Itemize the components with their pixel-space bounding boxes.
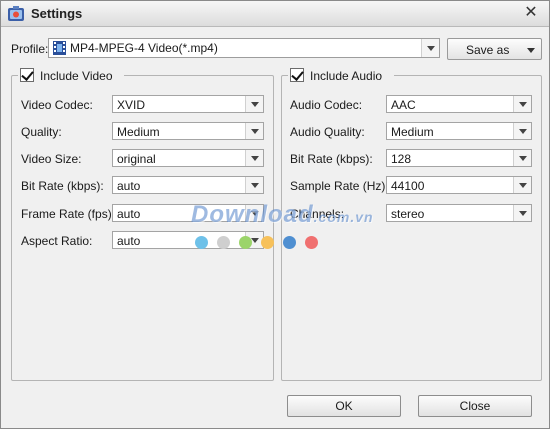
chevron-down-icon[interactable] xyxy=(245,123,263,139)
quality-select[interactable]: Medium xyxy=(112,122,264,140)
window-title: Settings xyxy=(31,6,83,21)
aspect-ratio-value: auto xyxy=(117,234,141,248)
audio-group: Include Audio Audio Codec: AAC Audio Qua… xyxy=(281,66,542,381)
audio-quality-label: Audio Quality: xyxy=(290,125,365,139)
settings-dialog: Settings ✕ Profile: MP4-MPEG-4 Video(*.m… xyxy=(0,0,550,429)
sample-rate-select[interactable]: 44100 xyxy=(386,176,532,194)
video-codec-select[interactable]: XVID xyxy=(112,95,264,113)
include-video-header: Include Video xyxy=(18,66,124,86)
chevron-down-icon[interactable] xyxy=(245,150,263,166)
audio-bitrate-select[interactable]: 128 xyxy=(386,149,532,167)
sample-rate-label: Sample Rate (Hz): xyxy=(290,179,389,193)
video-size-value: original xyxy=(117,152,156,166)
frame-rate-select[interactable]: auto xyxy=(112,204,264,222)
audio-codec-select[interactable]: AAC xyxy=(386,95,532,113)
chevron-down-icon[interactable] xyxy=(245,96,263,112)
profile-label: Profile: xyxy=(11,42,49,56)
quality-value: Medium xyxy=(117,125,160,139)
video-bitrate-value: auto xyxy=(117,179,141,193)
chevron-down-icon[interactable] xyxy=(421,39,439,57)
sample-rate-value: 44100 xyxy=(391,179,425,193)
chevron-down-icon[interactable] xyxy=(513,177,531,193)
ok-button[interactable]: OK xyxy=(287,395,401,417)
audio-bitrate-value: 128 xyxy=(391,152,412,166)
audio-bitrate-label: Bit Rate (kbps): xyxy=(290,152,373,166)
chevron-down-icon[interactable] xyxy=(245,177,263,193)
chevron-down-icon[interactable] xyxy=(527,48,535,53)
profile-value: MP4-MPEG-4 Video(*.mp4) xyxy=(70,41,218,55)
chevron-down-icon[interactable] xyxy=(245,232,263,248)
video-codec-value: XVID xyxy=(117,98,146,112)
channels-label: Channels: xyxy=(290,207,345,221)
close-button[interactable]: Close xyxy=(418,395,532,417)
chevron-down-icon[interactable] xyxy=(513,205,531,221)
audio-quality-select[interactable]: Medium xyxy=(386,122,532,140)
frame-rate-label: Frame Rate (fps): xyxy=(21,207,116,221)
video-group: Include Video Video Codec: XVID Quality:… xyxy=(11,66,274,381)
frame-rate-value: auto xyxy=(117,207,141,221)
title-bar: Settings ✕ xyxy=(1,1,549,27)
video-codec-label: Video Codec: xyxy=(21,98,93,112)
include-video-label: Include Video xyxy=(40,69,113,83)
audio-codec-value: AAC xyxy=(391,98,416,112)
settings-app-icon xyxy=(8,6,24,21)
video-size-select[interactable]: original xyxy=(112,149,264,167)
quality-label: Quality: xyxy=(21,125,62,139)
include-video-checkbox[interactable] xyxy=(20,68,34,82)
video-size-label: Video Size: xyxy=(21,152,82,166)
chevron-down-icon[interactable] xyxy=(245,205,263,221)
include-audio-label: Include Audio xyxy=(310,69,383,83)
save-as-button[interactable]: Save as xyxy=(447,38,542,60)
audio-quality-value: Medium xyxy=(391,125,434,139)
video-film-icon xyxy=(53,41,66,55)
chevron-down-icon[interactable] xyxy=(513,123,531,139)
profile-select[interactable]: MP4-MPEG-4 Video(*.mp4) xyxy=(48,38,440,58)
channels-value: stereo xyxy=(391,207,425,221)
include-audio-header: Include Audio xyxy=(288,66,394,86)
close-icon[interactable]: ✕ xyxy=(521,3,541,23)
aspect-ratio-label: Aspect Ratio: xyxy=(21,234,93,248)
channels-select[interactable]: stereo xyxy=(386,204,532,222)
save-as-label: Save as xyxy=(466,43,510,57)
video-bitrate-select[interactable]: auto xyxy=(112,176,264,194)
include-audio-checkbox[interactable] xyxy=(290,68,304,82)
audio-codec-label: Audio Codec: xyxy=(290,98,363,112)
aspect-ratio-select[interactable]: auto xyxy=(112,231,264,249)
chevron-down-icon[interactable] xyxy=(513,150,531,166)
video-bitrate-label: Bit Rate (kbps): xyxy=(21,179,104,193)
chevron-down-icon[interactable] xyxy=(513,96,531,112)
